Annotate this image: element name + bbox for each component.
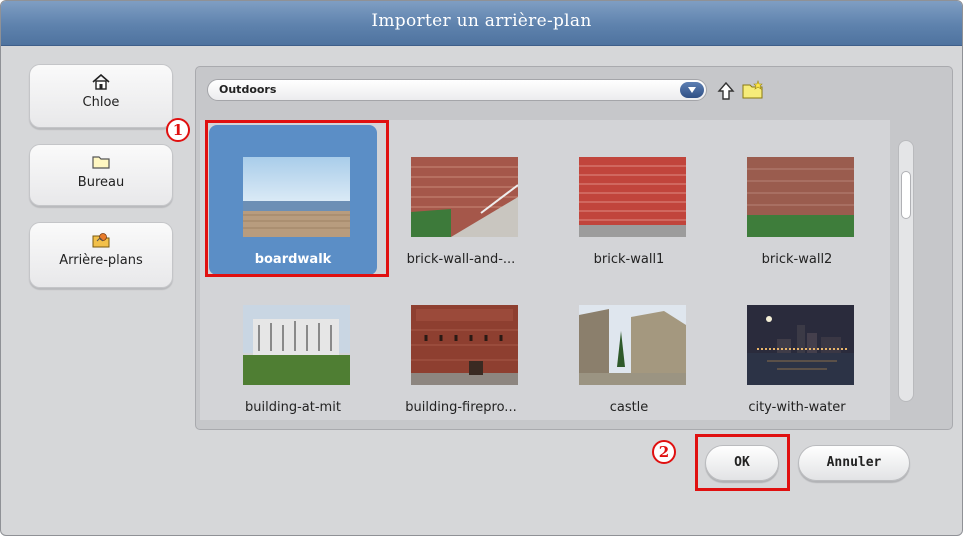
tile-label: brick-wall1 <box>593 252 665 267</box>
tile-building-fireproof[interactable]: building-firepro... <box>377 273 545 423</box>
tile-label: brick-wall-and-... <box>406 252 516 267</box>
annotation-number-2: 2 <box>652 440 676 464</box>
thumbnail-image <box>579 157 686 237</box>
thumbnail-image <box>243 305 350 385</box>
thumbnail-image <box>411 157 518 237</box>
sidebar-item-label: Bureau <box>77 175 125 190</box>
tile-label: building-at-mit <box>245 400 341 415</box>
sidebar-item-chloe[interactable]: Chloe <box>29 64 173 128</box>
backgrounds-icon <box>92 233 110 248</box>
home-icon <box>92 74 110 90</box>
tile-brick-wall2[interactable]: brick-wall2 <box>713 125 881 275</box>
chevron-down-icon[interactable] <box>680 82 704 98</box>
new-folder-icon[interactable] <box>741 80 765 100</box>
tile-city-with-water[interactable]: city-with-water <box>713 273 881 423</box>
tile-label: city-with-water <box>748 400 846 415</box>
scrollbar[interactable] <box>898 140 914 402</box>
thumbnail-image <box>579 305 686 385</box>
thumbnail-grid: boardwalk brick-wall-and-... brick-wall1… <box>200 120 890 420</box>
dialog-title: Importer un arrière-plan <box>371 11 592 31</box>
tile-label: building-firepro... <box>405 400 517 415</box>
folder-dropdown[interactable]: Outdoors <box>207 79 707 101</box>
annotation-number-1: 1 <box>166 118 190 142</box>
title-bar: Importer un arrière-plan <box>1 1 962 46</box>
sidebar-item-label: Arrière-plans <box>59 253 143 268</box>
thumbnail-image <box>747 305 854 385</box>
tile-brick-wall1[interactable]: brick-wall1 <box>545 125 713 275</box>
sidebar-item-arriere-plans[interactable]: Arrière-plans <box>29 222 173 288</box>
tile-label: brick-wall2 <box>761 252 833 267</box>
folder-up-icon[interactable] <box>716 81 736 101</box>
tile-label: castle <box>609 400 649 415</box>
folder-icon <box>92 156 110 169</box>
thumbnail-image <box>411 305 518 385</box>
sidebar-item-label: Chloe <box>82 95 120 110</box>
tile-castle[interactable]: castle <box>545 273 713 423</box>
ok-button[interactable]: OK <box>705 445 779 481</box>
tile-boardwalk[interactable]: boardwalk <box>209 125 377 275</box>
tile-building-at-mit[interactable]: building-at-mit <box>209 273 377 423</box>
folder-dropdown-value: Outdoors <box>219 83 277 96</box>
scrollbar-thumb[interactable] <box>901 171 911 219</box>
thumbnail-image <box>747 157 854 237</box>
tile-label: boardwalk <box>254 252 332 267</box>
thumbnail-image <box>243 157 350 237</box>
sidebar-item-bureau[interactable]: Bureau <box>29 144 173 206</box>
tile-brick-wall-and[interactable]: brick-wall-and-... <box>377 125 545 275</box>
cancel-button[interactable]: Annuler <box>798 445 910 481</box>
